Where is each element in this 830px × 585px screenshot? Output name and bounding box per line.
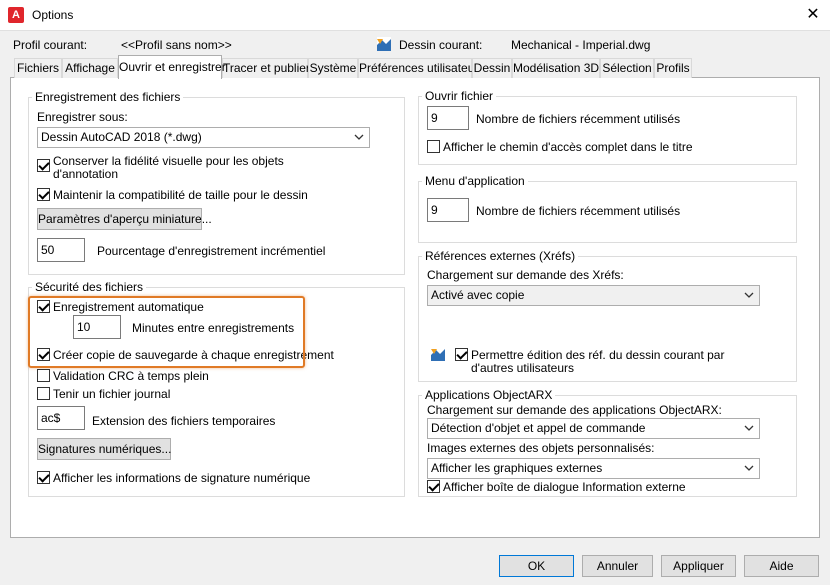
window-title: Options [32, 8, 74, 22]
recent-files-input[interactable]: 9 [427, 106, 469, 130]
crc-checkbox[interactable] [37, 369, 50, 382]
tab-affichage[interactable]: Affichage [62, 58, 118, 78]
full-path-checkbox[interactable] [427, 140, 440, 153]
allow-edit-label-2: d'autres utilisateurs [471, 361, 575, 375]
incremental-save-label: Pourcentage d'enregistrement incrémentie… [97, 244, 326, 258]
arx-demand-value: Détection d'objet et appel de commande [431, 421, 646, 435]
help-button[interactable]: Aide [744, 555, 819, 577]
tab-selection[interactable]: Sélection [600, 58, 654, 78]
app-menu-recent-input[interactable]: 9 [427, 198, 469, 222]
save-as-value: Dessin AutoCAD 2018 (*.dwg) [41, 130, 202, 144]
app-menu-group-title: Menu d'application [422, 174, 528, 188]
open-file-group [418, 96, 797, 165]
save-as-dropdown[interactable]: Dessin AutoCAD 2018 (*.dwg) [37, 127, 370, 148]
tab-profils[interactable]: Profils [654, 58, 692, 78]
open-file-group-title: Ouvrir fichier [422, 89, 497, 103]
keep-visual-checkbox[interactable] [37, 159, 50, 172]
arx-group-title: Applications ObjectARX [422, 388, 556, 402]
keep-compat-checkbox[interactable] [37, 188, 50, 201]
chevron-down-icon [744, 292, 754, 298]
xref-demand-value: Activé avec copie [431, 288, 525, 302]
allow-edit-label-1: Permettre édition des réf. du dessin cou… [471, 348, 725, 362]
show-signature-checkbox[interactable] [37, 471, 50, 484]
full-path-label: Afficher le chemin d'accès complet dans … [443, 140, 693, 154]
xref-demand-label: Chargement sur demande des Xréfs: [427, 268, 624, 282]
chevron-down-icon [744, 425, 754, 431]
recent-files-label: Nombre de fichiers récemment utilisés [476, 112, 681, 126]
proxy-dialog-checkbox[interactable] [427, 480, 440, 493]
arx-demand-label: Chargement sur demande des applications … [427, 403, 722, 417]
save-group-title: Enregistrement des fichiers [32, 90, 184, 104]
proxy-dialog-label: Afficher boîte de dialogue Information e… [443, 480, 686, 494]
crc-label: Validation CRC à temps plein [53, 369, 209, 383]
keep-visual-label-1: Conserver la fidélité visuelle pour les … [53, 154, 284, 168]
tab-ouvrir-enregistrer[interactable]: Ouvrir et enregistrer [118, 55, 226, 79]
app-menu-recent-label: Nombre de fichiers récemment utilisés [476, 204, 681, 218]
profile-label: Profil courant: [13, 38, 88, 52]
incremental-save-input[interactable]: 50 [37, 238, 85, 262]
ok-button[interactable]: OK [499, 555, 574, 577]
allow-edit-checkbox[interactable] [455, 348, 468, 361]
security-group-title: Sécurité des fichiers [32, 280, 147, 294]
show-signature-label: Afficher les informations de signature n… [53, 471, 311, 485]
highlight-box [28, 296, 305, 368]
tab-dessin[interactable]: Dessin [472, 58, 512, 78]
proxy-images-value: Afficher les graphiques externes [431, 461, 603, 475]
proxy-images-dropdown[interactable]: Afficher les graphiques externes [427, 458, 760, 479]
drawing-value: Mechanical - Imperial.dwg [511, 38, 651, 52]
tab-systeme[interactable]: Système [308, 58, 358, 78]
save-as-label: Enregistrer sous: [37, 110, 128, 124]
arx-demand-dropdown[interactable]: Détection d'objet et appel de commande [427, 418, 760, 439]
drawing-label: Dessin courant: [399, 38, 483, 52]
cancel-button[interactable]: Annuler [582, 555, 653, 577]
title-bar [0, 0, 830, 31]
tab-modelisation-3d[interactable]: Modélisation 3D [512, 58, 600, 78]
tab-preferences[interactable]: Préférences utilisateur [358, 58, 478, 78]
keep-visual-label-2: d'annotation [53, 167, 119, 181]
drawing-icon [431, 347, 445, 361]
digital-signatures-button[interactable]: Signatures numériques... [37, 438, 171, 460]
chevron-down-icon [354, 134, 364, 140]
drawing-icon [377, 37, 391, 51]
tab-tracer-publier[interactable]: Tracer et publier [222, 58, 310, 78]
journal-label: Tenir un fichier journal [53, 387, 171, 401]
profile-value: <<Profil sans nom>> [121, 38, 232, 52]
temp-extension-input[interactable]: ac$ [37, 406, 85, 430]
xref-group-title: Références externes (Xréfs) [422, 249, 579, 263]
close-icon[interactable]: ✕ [800, 2, 826, 28]
tab-fichiers[interactable]: Fichiers [14, 58, 62, 78]
proxy-images-label: Images externes des objets personnalisés… [427, 441, 655, 455]
keep-compat-label: Maintenir la compatibilité de taille pou… [53, 188, 308, 202]
thumbnail-settings-button[interactable]: Paramètres d'aperçu miniature... [37, 208, 212, 230]
temp-extension-label: Extension des fichiers temporaires [92, 414, 276, 428]
autocad-logo-icon: A [8, 7, 24, 23]
chevron-down-icon [744, 465, 754, 471]
apply-button[interactable]: Appliquer [661, 555, 736, 577]
journal-checkbox[interactable] [37, 387, 50, 400]
xref-demand-dropdown[interactable]: Activé avec copie [427, 285, 760, 306]
